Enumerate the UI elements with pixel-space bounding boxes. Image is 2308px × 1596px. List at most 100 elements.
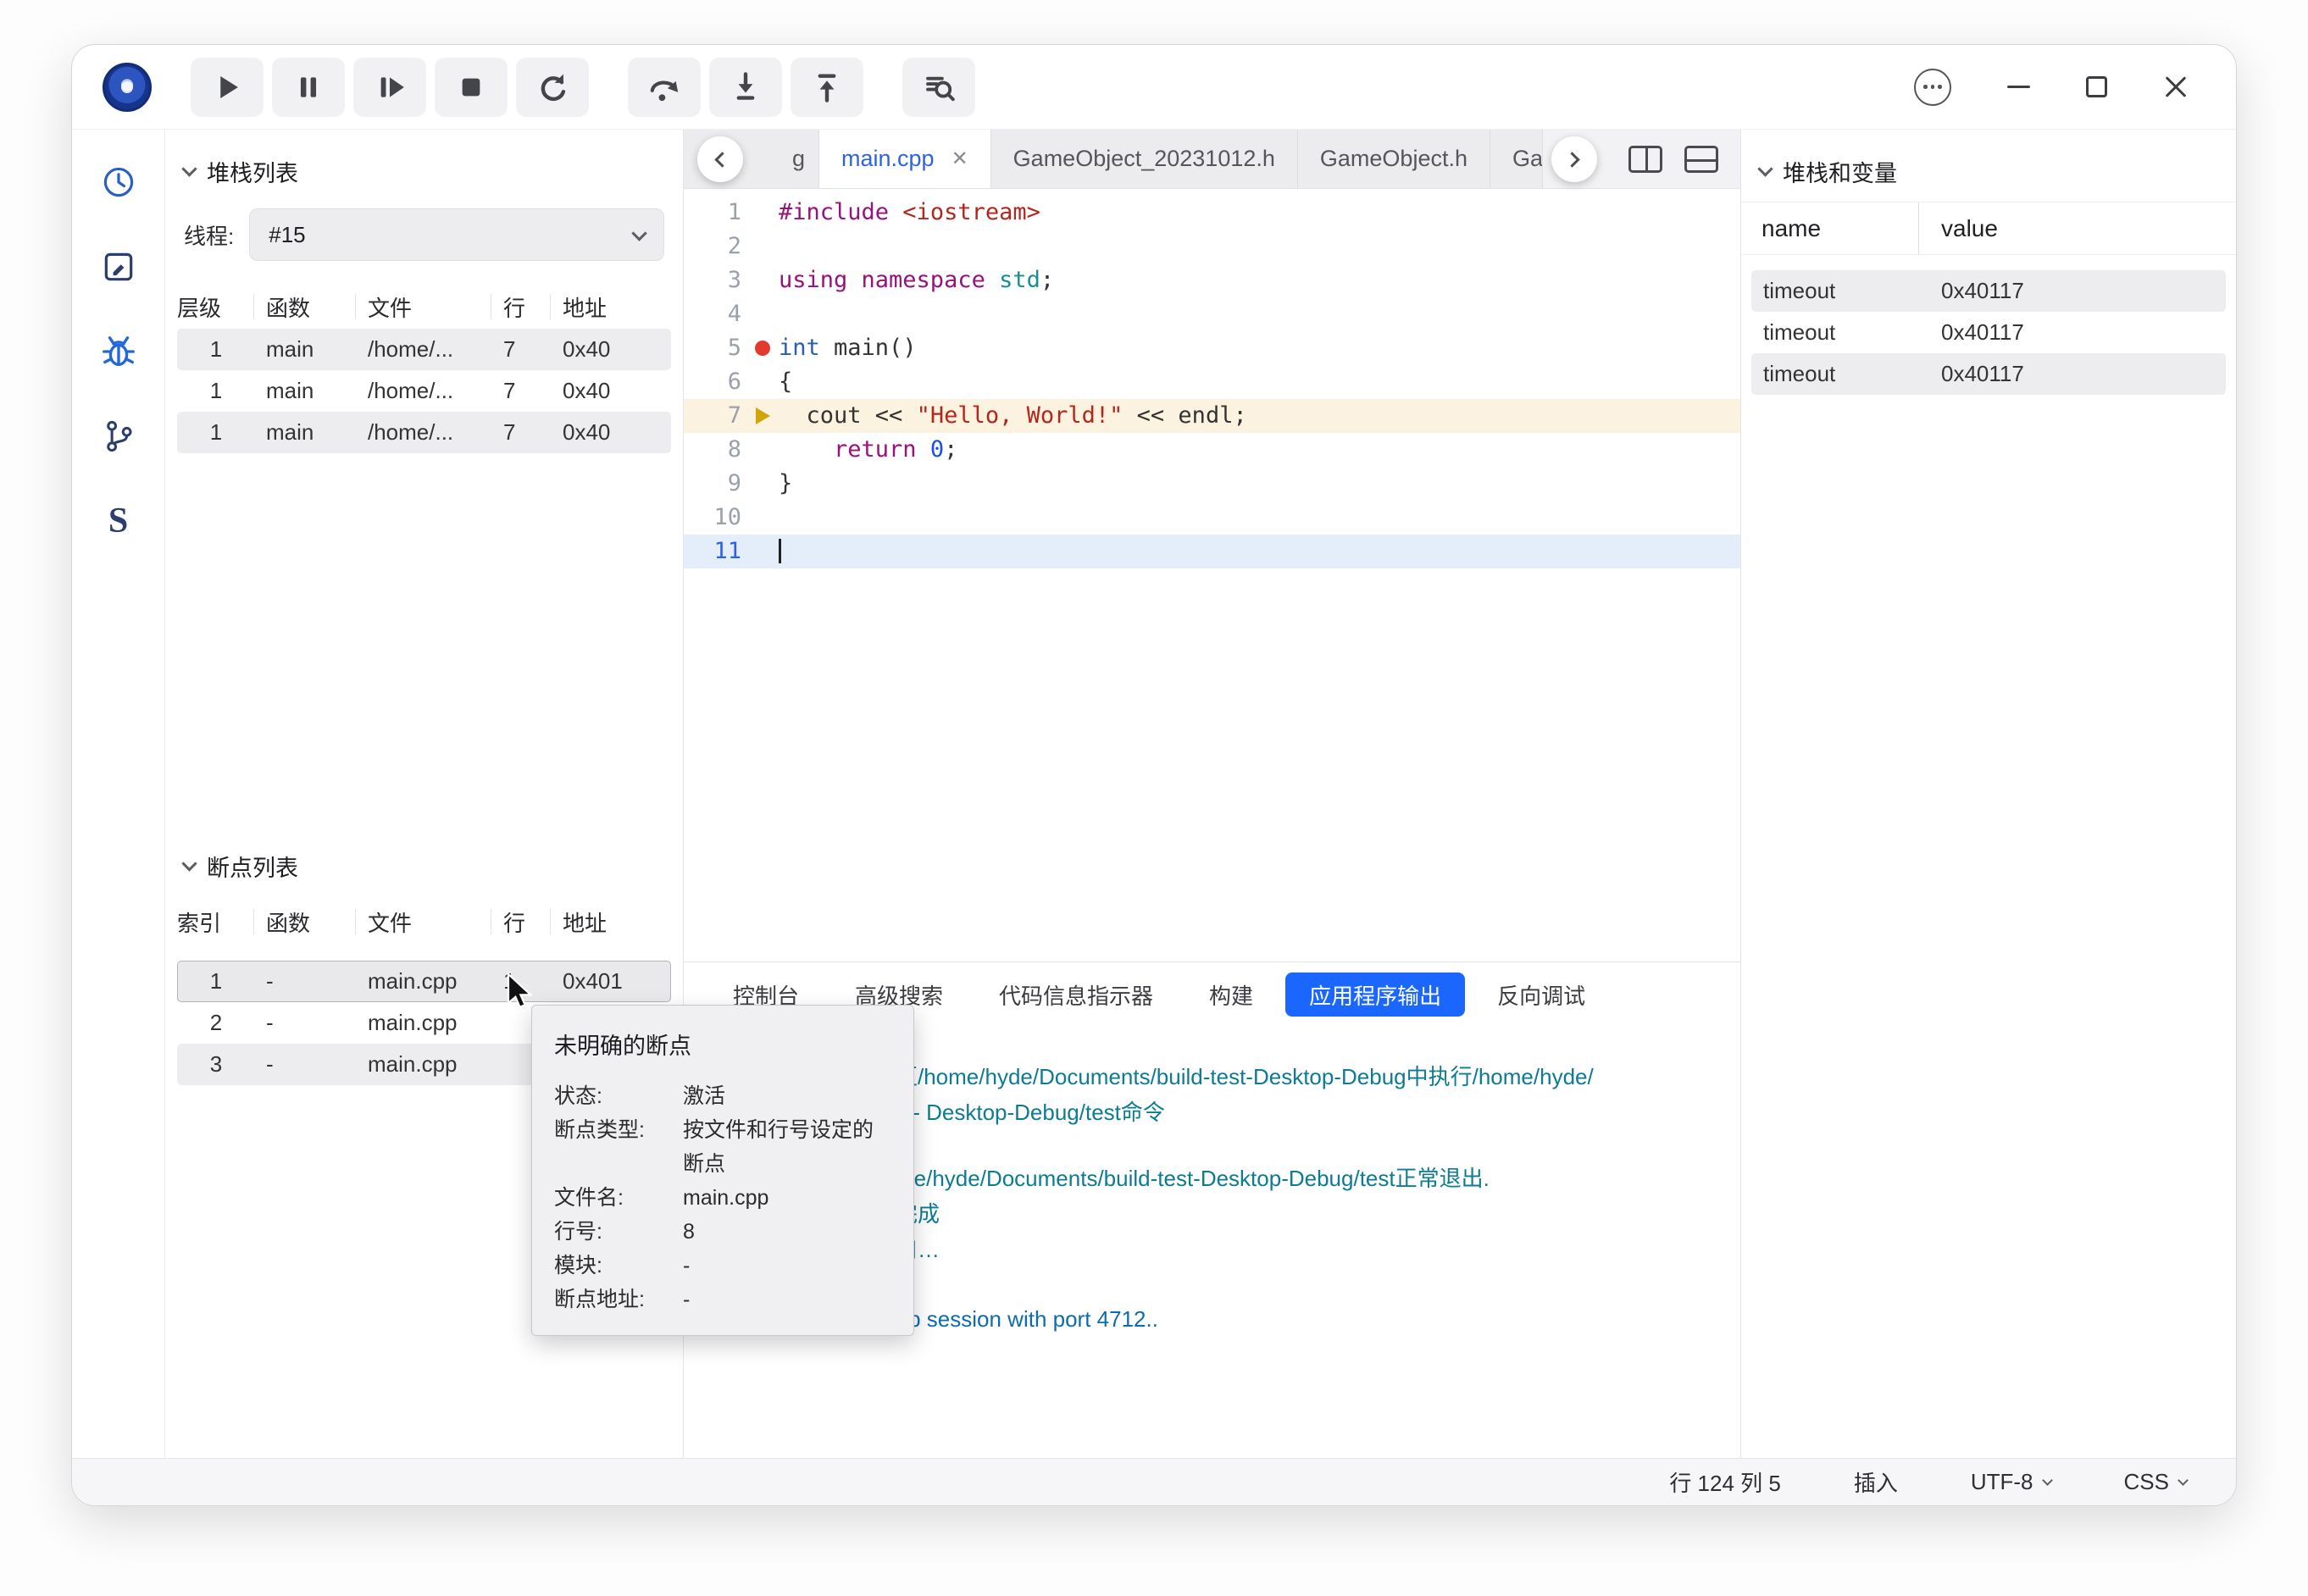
step-over-button[interactable] <box>628 58 701 117</box>
code-line[interactable]: 5 int main() <box>684 331 1740 365</box>
code-line[interactable]: 6 { <box>684 365 1740 399</box>
tabs-scroll-right-button[interactable] <box>1551 136 1597 182</box>
continue-button[interactable] <box>191 58 264 117</box>
code-line[interactable]: 10 <box>684 501 1740 535</box>
text-caret <box>779 539 781 563</box>
split-horizontal-icon[interactable] <box>1684 146 1718 173</box>
syntax-select[interactable]: CSS <box>2124 1469 2187 1495</box>
stop-icon <box>452 69 490 106</box>
chevron-left-icon <box>714 152 730 167</box>
input-mode[interactable]: 插入 <box>1854 1466 1898 1498</box>
log-line: 完成 <box>896 1196 1740 1232</box>
breakpoint-section-header[interactable]: 断点列表 <box>165 824 683 895</box>
step-into-icon <box>727 69 764 106</box>
line-number[interactable]: 4 <box>684 297 746 331</box>
pause-button[interactable] <box>272 58 345 117</box>
chevron-down-icon <box>2178 1475 2189 1486</box>
restart-icon <box>534 69 571 106</box>
code-line[interactable]: 2 <box>684 230 1740 263</box>
breakpoint-icon[interactable] <box>755 341 770 356</box>
tabs-scroll-left-button[interactable] <box>697 136 743 182</box>
step-out-button[interactable] <box>791 58 863 117</box>
code-line[interactable]: 8 return 0; <box>684 433 1740 467</box>
status-bar: 行 124 列 5 插入 UTF-8 CSS <box>72 1458 2236 1505</box>
encoding-select[interactable]: UTF-8 <box>1971 1469 2051 1495</box>
thread-label: 线程: <box>184 219 234 251</box>
variables-panel: 堆栈和变量 name value timeout 0x40117 timeout… <box>1740 130 2236 1458</box>
stack-row[interactable]: 1 main /home/... 7 0x40 <box>177 329 671 370</box>
line-number[interactable]: 8 <box>684 433 746 467</box>
line-number[interactable]: 2 <box>684 230 746 263</box>
debug-icon[interactable] <box>98 331 139 372</box>
git-icon[interactable] <box>98 416 139 457</box>
search-symbols-button[interactable] <box>902 58 975 117</box>
tab-gameobject-h[interactable]: GameObject.h <box>1298 130 1490 188</box>
variable-row[interactable]: timeout 0x40117 <box>1751 270 2226 312</box>
mouse-cursor-icon <box>505 973 539 1016</box>
variable-row[interactable]: timeout 0x40117 <box>1751 353 2226 395</box>
step-resume-icon <box>371 69 408 106</box>
more-menu-icon[interactable] <box>1914 69 1951 106</box>
tab-reverse-debug[interactable]: 反向调试 <box>1473 973 1609 1017</box>
split-vertical-icon[interactable] <box>1628 146 1662 173</box>
chevron-down-icon <box>2042 1475 2053 1486</box>
line-number[interactable]: 9 <box>684 467 746 501</box>
line-number[interactable]: 6 <box>684 365 746 399</box>
breakpoint-section-title: 断点列表 <box>207 850 298 883</box>
code-line[interactable]: 4 <box>684 297 1740 331</box>
code-line-executing[interactable]: 7 cout << "Hello, World!" << endl; <box>684 399 1740 433</box>
stop-button[interactable] <box>435 58 508 117</box>
stack-row[interactable]: 1 main /home/... 7 0x40 <box>177 370 671 412</box>
tab-partial[interactable]: Ga <box>1490 130 1543 188</box>
log-line: 口… <box>896 1232 1740 1267</box>
code-line-caret[interactable]: 11 <box>684 535 1740 568</box>
code-line[interactable]: 9 } <box>684 467 1740 501</box>
app-logo-icon <box>103 63 152 112</box>
breakpoint-row[interactable]: 1 - main.cpp 1 0x401 <box>177 961 671 1002</box>
close-icon[interactable] <box>2163 75 2189 100</box>
step-into-button[interactable] <box>709 58 782 117</box>
thread-select[interactable]: #15 <box>249 208 664 261</box>
variables-panel-header[interactable]: 堆栈和变量 <box>1741 130 2236 202</box>
play-icon <box>208 69 246 106</box>
minimize-icon[interactable] <box>2007 86 2030 89</box>
variable-row[interactable]: timeout 0x40117 <box>1751 312 2226 353</box>
tab-main-cpp[interactable]: main.cpp ✕ <box>819 130 991 188</box>
window-controls <box>1914 69 2205 106</box>
line-number[interactable]: 10 <box>684 501 746 535</box>
main-area: S 堆栈列表 线程: #15 层级 函数 文件 <box>72 130 2236 1458</box>
chevron-down-icon <box>181 856 197 871</box>
step-over-icon <box>646 69 683 106</box>
recent-icon[interactable] <box>98 162 139 202</box>
stack-section-header[interactable]: 堆栈列表 <box>165 130 683 200</box>
restart-button[interactable] <box>516 58 589 117</box>
tab-close-icon[interactable]: ✕ <box>951 147 968 171</box>
tab-code-lens[interactable]: 代码信息指示器 <box>975 973 1177 1017</box>
stack-row[interactable]: 1 main /home/... 7 0x40 <box>177 412 671 453</box>
cursor-position[interactable]: 行 124 列 5 <box>1669 1466 1781 1498</box>
line-number[interactable]: 5 <box>684 331 746 365</box>
svn-icon[interactable]: S <box>98 501 139 541</box>
execution-pointer-icon <box>756 407 770 424</box>
tab-tools <box>1628 130 1740 188</box>
log-line: st- Desktop-Debug/test命令 <box>896 1094 1740 1130</box>
code-line[interactable]: 1 #include <iostream> <box>684 196 1740 230</box>
tab-gameobject-20231012-h[interactable]: GameObject_20231012.h <box>991 130 1298 188</box>
line-number[interactable]: 3 <box>684 263 746 297</box>
line-number[interactable]: 7 <box>684 399 746 433</box>
line-number[interactable]: 1 <box>684 196 746 230</box>
app-window: S 堆栈列表 线程: #15 层级 函数 文件 <box>71 44 2237 1506</box>
edit-icon[interactable] <box>98 247 139 287</box>
step-resume-button[interactable] <box>353 58 426 117</box>
titlebar <box>72 45 2236 130</box>
tab-build[interactable]: 构建 <box>1185 973 1277 1017</box>
maximize-icon[interactable] <box>2086 76 2107 97</box>
line-number[interactable]: 11 <box>684 535 746 568</box>
variables-rows: timeout 0x40117 timeout 0x40117 timeout … <box>1741 270 2236 395</box>
tab-app-output[interactable]: 应用程序输出 <box>1285 973 1465 1017</box>
code-editor[interactable]: 1 #include <iostream> 2 3 using namespac… <box>684 189 1740 961</box>
log-line: me/hyde/Documents/build-test-Desktop-Deb… <box>896 1161 1740 1196</box>
stack-section: 堆栈列表 线程: #15 层级 函数 文件 行 地址 1 <box>165 130 683 824</box>
stack-table-header: 层级 函数 文件 行 地址 <box>177 285 671 329</box>
code-line[interactable]: 3 using namespace std; <box>684 263 1740 297</box>
